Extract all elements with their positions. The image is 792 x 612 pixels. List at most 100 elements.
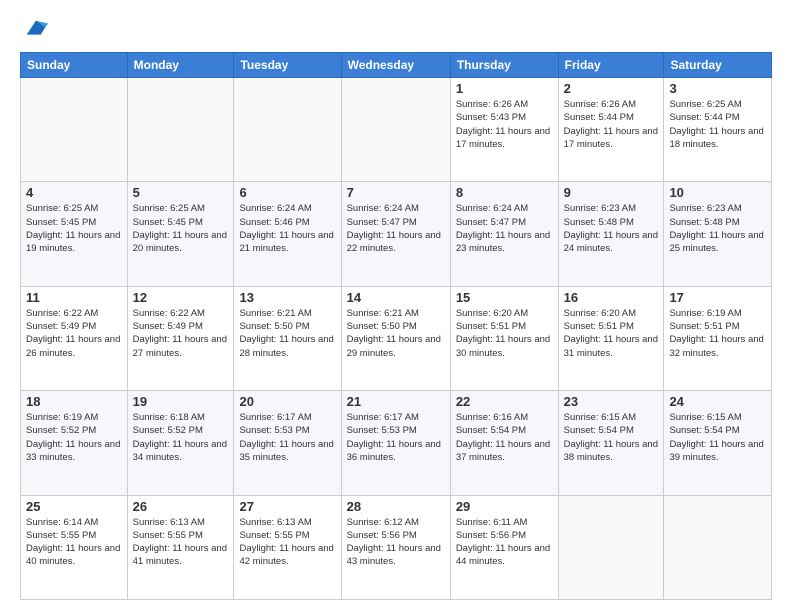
page: SundayMondayTuesdayWednesdayThursdayFrid… <box>0 0 792 612</box>
calendar-table: SundayMondayTuesdayWednesdayThursdayFrid… <box>20 52 772 600</box>
day-number: 27 <box>239 499 335 514</box>
day-number: 24 <box>669 394 766 409</box>
calendar-cell <box>21 78 128 182</box>
calendar-week-row: 25Sunrise: 6:14 AM Sunset: 5:55 PM Dayli… <box>21 495 772 599</box>
day-info: Sunrise: 6:17 AM Sunset: 5:53 PM Dayligh… <box>347 411 445 464</box>
day-info: Sunrise: 6:26 AM Sunset: 5:44 PM Dayligh… <box>564 98 659 151</box>
day-number: 10 <box>669 185 766 200</box>
day-info: Sunrise: 6:21 AM Sunset: 5:50 PM Dayligh… <box>239 307 335 360</box>
day-info: Sunrise: 6:24 AM Sunset: 5:47 PM Dayligh… <box>456 202 553 255</box>
calendar-header-row: SundayMondayTuesdayWednesdayThursdayFrid… <box>21 53 772 78</box>
day-number: 29 <box>456 499 553 514</box>
day-info: Sunrise: 6:19 AM Sunset: 5:51 PM Dayligh… <box>669 307 766 360</box>
day-info: Sunrise: 6:15 AM Sunset: 5:54 PM Dayligh… <box>564 411 659 464</box>
day-number: 16 <box>564 290 659 305</box>
calendar-cell: 4 Sunrise: 6:25 AM Sunset: 5:45 PM Daylig… <box>21 182 128 286</box>
calendar-cell: 28 Sunrise: 6:12 AM Sunset: 5:56 PM Dayli… <box>341 495 450 599</box>
day-info: Sunrise: 6:11 AM Sunset: 5:56 PM Dayligh… <box>456 516 553 569</box>
day-number: 6 <box>239 185 335 200</box>
day-info: Sunrise: 6:21 AM Sunset: 5:50 PM Dayligh… <box>347 307 445 360</box>
calendar-cell: 14 Sunrise: 6:21 AM Sunset: 5:50 PM Dayli… <box>341 286 450 390</box>
calendar-day-header: Wednesday <box>341 53 450 78</box>
day-number: 19 <box>133 394 229 409</box>
calendar-cell: 20 Sunrise: 6:17 AM Sunset: 5:53 PM Dayli… <box>234 391 341 495</box>
calendar-day-header: Sunday <box>21 53 128 78</box>
calendar-cell: 7 Sunrise: 6:24 AM Sunset: 5:47 PM Daylig… <box>341 182 450 286</box>
day-info: Sunrise: 6:13 AM Sunset: 5:55 PM Dayligh… <box>239 516 335 569</box>
calendar-cell <box>127 78 234 182</box>
calendar-cell: 2Sunrise: 6:26 AM Sunset: 5:44 PM Daylig… <box>558 78 664 182</box>
day-info: Sunrise: 6:19 AM Sunset: 5:52 PM Dayligh… <box>26 411 122 464</box>
day-info: Sunrise: 6:26 AM Sunset: 5:43 PM Dayligh… <box>456 98 553 151</box>
calendar-cell: 15 Sunrise: 6:20 AM Sunset: 5:51 PM Dayli… <box>450 286 558 390</box>
day-info: Sunrise: 6:14 AM Sunset: 5:55 PM Dayligh… <box>26 516 122 569</box>
day-number: 13 <box>239 290 335 305</box>
calendar-day-header: Monday <box>127 53 234 78</box>
day-number: 15 <box>456 290 553 305</box>
calendar-cell: 26 Sunrise: 6:13 AM Sunset: 5:55 PM Dayli… <box>127 495 234 599</box>
day-info: Sunrise: 6:12 AM Sunset: 5:56 PM Dayligh… <box>347 516 445 569</box>
day-number: 1 <box>456 81 553 96</box>
calendar-week-row: 1 Sunrise: 6:26 AM Sunset: 5:43 PM Daylig… <box>21 78 772 182</box>
day-info: Sunrise: 6:23 AM Sunset: 5:48 PM Dayligh… <box>564 202 659 255</box>
calendar-week-row: 18 Sunrise: 6:19 AM Sunset: 5:52 PM Dayli… <box>21 391 772 495</box>
calendar-day-header: Tuesday <box>234 53 341 78</box>
calendar-cell: 17 Sunrise: 6:19 AM Sunset: 5:51 PM Dayli… <box>664 286 772 390</box>
day-info: Sunrise: 6:25 AM Sunset: 5:45 PM Dayligh… <box>26 202 122 255</box>
calendar-week-row: 11Sunrise: 6:22 AM Sunset: 5:49 PM Dayli… <box>21 286 772 390</box>
calendar-cell: 10 Sunrise: 6:23 AM Sunset: 5:48 PM Dayli… <box>664 182 772 286</box>
day-number: 3 <box>669 81 766 96</box>
day-number: 9 <box>564 185 659 200</box>
day-info: Sunrise: 6:17 AM Sunset: 5:53 PM Dayligh… <box>239 411 335 464</box>
day-number: 20 <box>239 394 335 409</box>
calendar-cell: 22 Sunrise: 6:16 AM Sunset: 5:54 PM Dayli… <box>450 391 558 495</box>
day-info: Sunrise: 6:18 AM Sunset: 5:52 PM Dayligh… <box>133 411 229 464</box>
calendar-day-header: Friday <box>558 53 664 78</box>
calendar-cell: 12 Sunrise: 6:22 AM Sunset: 5:49 PM Dayli… <box>127 286 234 390</box>
day-number: 28 <box>347 499 445 514</box>
calendar-day-header: Saturday <box>664 53 772 78</box>
calendar-cell: 19 Sunrise: 6:18 AM Sunset: 5:52 PM Dayli… <box>127 391 234 495</box>
day-number: 23 <box>564 394 659 409</box>
calendar-cell <box>234 78 341 182</box>
calendar-cell: 18 Sunrise: 6:19 AM Sunset: 5:52 PM Dayli… <box>21 391 128 495</box>
calendar-cell: 23 Sunrise: 6:15 AM Sunset: 5:54 PM Dayli… <box>558 391 664 495</box>
calendar-cell: 8 Sunrise: 6:24 AM Sunset: 5:47 PM Daylig… <box>450 182 558 286</box>
calendar-cell: 24 Sunrise: 6:15 AM Sunset: 5:54 PM Dayli… <box>664 391 772 495</box>
calendar-cell: 6 Sunrise: 6:24 AM Sunset: 5:46 PM Daylig… <box>234 182 341 286</box>
day-info: Sunrise: 6:25 AM Sunset: 5:45 PM Dayligh… <box>133 202 229 255</box>
calendar-cell <box>341 78 450 182</box>
day-number: 7 <box>347 185 445 200</box>
day-info: Sunrise: 6:13 AM Sunset: 5:55 PM Dayligh… <box>133 516 229 569</box>
calendar-week-row: 4 Sunrise: 6:25 AM Sunset: 5:45 PM Daylig… <box>21 182 772 286</box>
calendar-cell: 27 Sunrise: 6:13 AM Sunset: 5:55 PM Dayli… <box>234 495 341 599</box>
day-number: 14 <box>347 290 445 305</box>
day-info: Sunrise: 6:22 AM Sunset: 5:49 PM Dayligh… <box>26 307 122 360</box>
day-info: Sunrise: 6:24 AM Sunset: 5:46 PM Dayligh… <box>239 202 335 255</box>
day-number: 5 <box>133 185 229 200</box>
day-info: Sunrise: 6:24 AM Sunset: 5:47 PM Dayligh… <box>347 202 445 255</box>
calendar-day-header: Thursday <box>450 53 558 78</box>
calendar-cell <box>558 495 664 599</box>
calendar-cell: 5 Sunrise: 6:25 AM Sunset: 5:45 PM Daylig… <box>127 182 234 286</box>
calendar-cell: 11Sunrise: 6:22 AM Sunset: 5:49 PM Dayli… <box>21 286 128 390</box>
calendar-cell: 16Sunrise: 6:20 AM Sunset: 5:51 PM Dayli… <box>558 286 664 390</box>
day-number: 8 <box>456 185 553 200</box>
day-number: 21 <box>347 394 445 409</box>
day-number: 22 <box>456 394 553 409</box>
day-number: 26 <box>133 499 229 514</box>
day-number: 17 <box>669 290 766 305</box>
day-number: 4 <box>26 185 122 200</box>
day-number: 12 <box>133 290 229 305</box>
calendar-cell: 29 Sunrise: 6:11 AM Sunset: 5:56 PM Dayli… <box>450 495 558 599</box>
day-info: Sunrise: 6:15 AM Sunset: 5:54 PM Dayligh… <box>669 411 766 464</box>
day-info: Sunrise: 6:23 AM Sunset: 5:48 PM Dayligh… <box>669 202 766 255</box>
day-info: Sunrise: 6:16 AM Sunset: 5:54 PM Dayligh… <box>456 411 553 464</box>
day-info: Sunrise: 6:22 AM Sunset: 5:49 PM Dayligh… <box>133 307 229 360</box>
day-info: Sunrise: 6:25 AM Sunset: 5:44 PM Dayligh… <box>669 98 766 151</box>
day-number: 18 <box>26 394 122 409</box>
logo-bird-icon <box>22 16 50 44</box>
day-info: Sunrise: 6:20 AM Sunset: 5:51 PM Dayligh… <box>456 307 553 360</box>
calendar-cell <box>664 495 772 599</box>
header <box>20 16 772 44</box>
